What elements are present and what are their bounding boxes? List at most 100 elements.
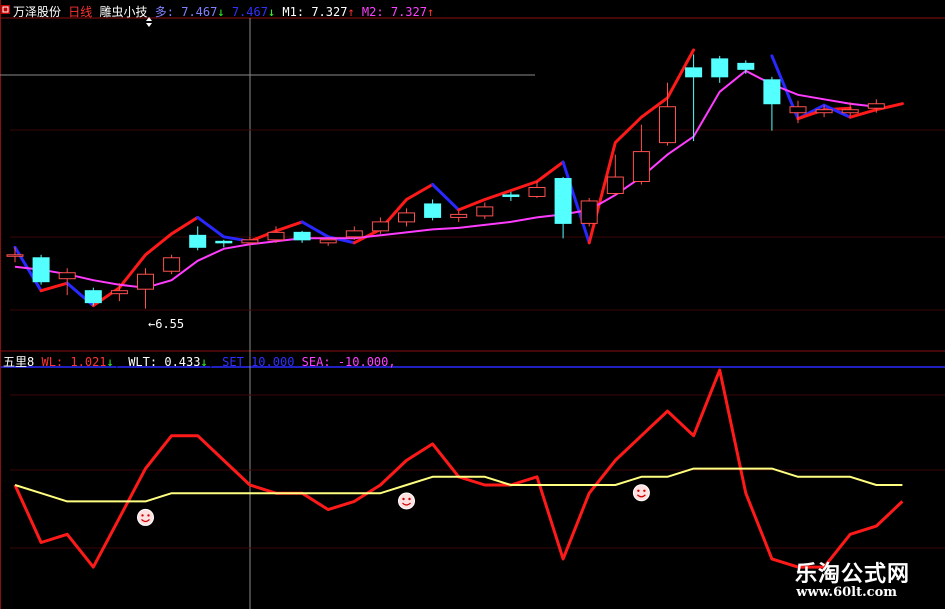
candle xyxy=(137,268,154,309)
candle-body-up xyxy=(528,186,546,197)
candle xyxy=(659,82,676,146)
candle-body-up xyxy=(606,176,624,194)
oscillator-lines xyxy=(13,368,904,569)
candle xyxy=(737,60,755,74)
wl-label: WL: xyxy=(41,355,64,369)
candle xyxy=(215,239,233,248)
wlt-series-line xyxy=(14,467,903,503)
smiley-markers xyxy=(137,484,650,526)
candle xyxy=(711,55,729,83)
sub-header: 五里8 WL: 1.021↓, WLT: 0.433↓, SET 10.000 … xyxy=(3,355,396,369)
smiley-eye xyxy=(408,497,411,501)
smiley-icon xyxy=(398,492,415,510)
candle-body-up xyxy=(163,257,181,272)
candle-body-up xyxy=(632,151,650,183)
m1-label: M1: xyxy=(282,5,305,19)
up-arrow-icon: ↑ xyxy=(426,5,435,19)
candle xyxy=(163,254,181,275)
stock-name: 万泽股份 xyxy=(13,5,62,19)
candle xyxy=(58,268,76,296)
down-arrow-icon: ↓ xyxy=(267,5,276,19)
smiley-eye xyxy=(643,489,646,492)
candle-body-down xyxy=(763,79,781,105)
candle-body-up xyxy=(58,272,76,280)
sea-label: SEA: xyxy=(301,355,331,369)
candle-body-down xyxy=(189,234,207,248)
candle xyxy=(554,177,572,239)
candle xyxy=(32,254,50,285)
smiley-icon xyxy=(632,484,650,502)
m1-value: 7.327 xyxy=(311,5,348,19)
period-label[interactable]: 日线 xyxy=(68,5,92,19)
candle-body-up xyxy=(137,273,154,290)
candle-body-up xyxy=(241,239,259,244)
smiley-icon xyxy=(137,508,154,526)
candle xyxy=(476,202,494,219)
candle xyxy=(293,230,311,243)
candle-body-up xyxy=(867,103,885,109)
close-icon[interactable] xyxy=(1,5,10,14)
candle-body-down xyxy=(424,203,442,218)
candle-body-down xyxy=(215,240,233,244)
candle xyxy=(398,208,415,227)
candle-body-up xyxy=(450,213,468,218)
candle-body-up xyxy=(345,230,363,238)
candle-body-up xyxy=(371,221,389,232)
sea-value: -10.000, xyxy=(337,355,396,369)
candle xyxy=(189,226,207,251)
watermark-title: 乐淘公式网 xyxy=(794,562,910,587)
m2-label: M2: xyxy=(361,5,384,19)
candle-body-down xyxy=(685,67,703,78)
candle xyxy=(763,76,781,131)
duo-value: 7.467 xyxy=(181,5,218,19)
smiley-eye xyxy=(141,514,144,517)
candle-body-up xyxy=(398,212,415,223)
trail-up-segment xyxy=(39,281,69,293)
smiley-face xyxy=(632,484,650,502)
low-price-marker: ←6.55 xyxy=(148,317,185,331)
smiley-eye xyxy=(637,489,640,492)
wlt-label: WLT: xyxy=(128,355,158,369)
candle-body-up xyxy=(319,239,337,244)
candle-body-down xyxy=(737,62,755,70)
candle-body-up xyxy=(476,206,494,217)
candles xyxy=(6,54,885,309)
candle-body-up xyxy=(580,200,598,224)
candle xyxy=(6,247,24,263)
main-header: 万泽股份 日线 雕虫小技 多: 7.467↓ 7.467↓ M1: 7.327↑… xyxy=(13,3,434,20)
down-arrow-icon: ↓ xyxy=(106,355,114,369)
duo-label: 多: xyxy=(154,5,174,19)
smiley-eye xyxy=(147,514,150,517)
candle-body-down xyxy=(502,194,520,197)
set-label: SET xyxy=(222,355,244,369)
candle-body-up xyxy=(110,290,128,295)
wlt-value: 0.433 xyxy=(164,355,201,369)
up-arrow-icon: ↑ xyxy=(347,5,355,19)
chart-canvas[interactable] xyxy=(0,0,945,609)
candle xyxy=(580,197,598,227)
candle xyxy=(84,287,102,306)
watermark-url: www.60lt.com xyxy=(796,585,897,600)
candle-body-up xyxy=(815,109,833,114)
smiley-face xyxy=(398,492,415,510)
m2-value: 7.327 xyxy=(390,5,427,19)
candle-body-down xyxy=(711,58,729,78)
candle-body-down xyxy=(554,178,572,224)
down-arrow-icon: ↓ xyxy=(200,355,208,369)
kong-value: 7.467 xyxy=(231,5,268,19)
candle-body-up xyxy=(267,231,285,241)
trail-up-segment xyxy=(457,160,565,212)
candle-body-up xyxy=(659,106,676,144)
candle-body-down xyxy=(84,290,102,304)
set-value: 10.000 xyxy=(251,355,295,369)
candle xyxy=(632,124,650,185)
down-arrow-icon: ↓ xyxy=(217,5,225,19)
candle-body-up xyxy=(789,106,807,114)
candle-body-down xyxy=(32,257,50,283)
wl-value: 1.021 xyxy=(70,355,107,369)
indicator-name[interactable]: 雕虫小技 xyxy=(100,5,148,19)
candle-body-down xyxy=(293,231,311,241)
sub-indicator-name[interactable]: 五里8 xyxy=(3,355,34,369)
candle-body-up xyxy=(6,254,24,257)
smiley-face xyxy=(137,508,154,526)
